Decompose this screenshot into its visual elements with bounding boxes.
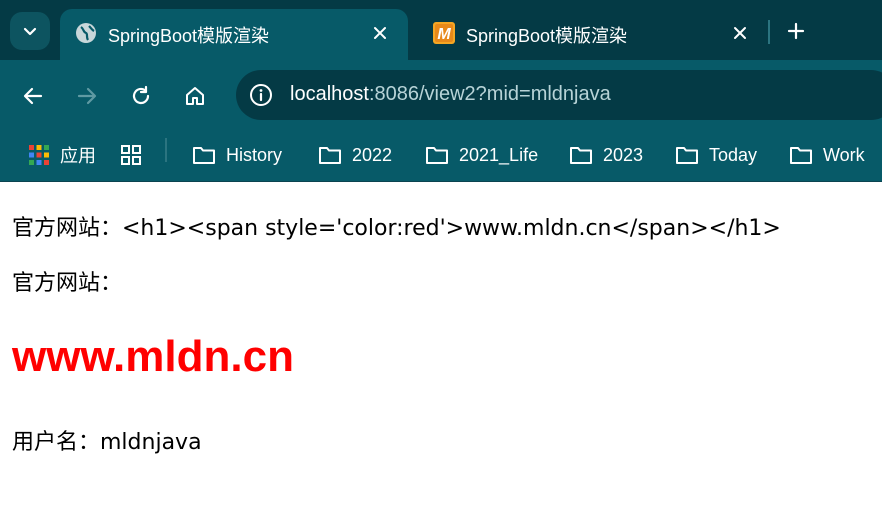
folder-icon — [426, 147, 448, 164]
bookmarks-bar: 应用 History 2022 2021_Life 2023 Today Wor… — [0, 130, 882, 182]
svg-text:M: M — [437, 26, 451, 43]
chevron-down-icon — [23, 27, 37, 36]
tab-separator — [768, 20, 770, 44]
grid-icon — [121, 145, 141, 165]
bookmark-label: 应用 — [60, 146, 96, 166]
bookmark-label: 2023 — [603, 144, 644, 165]
tab-close-button[interactable] — [368, 21, 392, 45]
info-icon — [250, 84, 272, 106]
site-info-button[interactable] — [248, 82, 274, 108]
bookmark-label: Work — [823, 144, 865, 165]
bookmarks-separator — [165, 138, 167, 162]
site-heading: www.mldn.cn — [12, 332, 294, 381]
page-content: 官方网站：<h1><span style='color:red'>www.mld… — [0, 182, 882, 516]
url-host: localhost — [290, 83, 369, 105]
bookmark-label: Today — [709, 144, 758, 165]
folder-icon — [790, 147, 812, 164]
bookmark-label: 2022 — [352, 144, 393, 165]
bookmark-apps[interactable]: 应用 — [28, 140, 96, 170]
tab-close-button[interactable] — [728, 21, 752, 45]
tab-inactive[interactable]: M SpringBoot模版渲染 — [418, 9, 768, 60]
home-button[interactable] — [181, 82, 209, 110]
bookmark-folder-2023[interactable]: 2023 — [569, 140, 643, 170]
arrow-left-icon — [23, 87, 43, 105]
bookmark-label: 2021_Life — [459, 144, 539, 165]
bookmark-folder-2022[interactable]: 2022 — [318, 140, 392, 170]
bookmark-folder-work[interactable]: Work — [789, 140, 865, 170]
new-tab-button[interactable] — [782, 17, 810, 45]
tab-groups-button[interactable] — [120, 140, 142, 170]
folder-icon — [193, 147, 215, 164]
url-path: :8086/view2?mid=mldnjava — [368, 83, 611, 105]
close-icon — [374, 27, 386, 39]
forward-button[interactable] — [73, 82, 101, 110]
home-icon — [186, 87, 204, 105]
m-logo-icon: M — [433, 22, 455, 44]
folder-icon — [676, 147, 698, 164]
tab-title: SpringBoot模版渲染 — [466, 26, 628, 46]
official-site-raw-line: 官方网站：<h1><span style='color:red'>www.mld… — [12, 216, 781, 241]
apps-grid-icon — [29, 145, 49, 165]
reload-button[interactable] — [127, 82, 155, 110]
folder-icon — [319, 147, 341, 164]
arrow-right-icon — [77, 87, 97, 105]
url-text: localhost:8086/view2?mid=mldnjava — [290, 83, 611, 106]
username-line: 用户名：mldnjava — [12, 430, 202, 455]
tab-title: SpringBoot模版渲染 — [108, 26, 270, 46]
tab-search-button[interactable] — [10, 12, 50, 50]
browser-toolbar: localhost:8086/view2?mid=mldnjava — [0, 60, 882, 130]
bookmark-folder-history[interactable]: History — [192, 140, 282, 170]
back-button[interactable] — [19, 82, 47, 110]
reload-icon — [132, 85, 150, 105]
bookmark-label: History — [226, 144, 283, 165]
close-icon — [734, 27, 746, 39]
bookmark-folder-2021-life[interactable]: 2021_Life — [425, 140, 538, 170]
folder-icon — [570, 147, 592, 164]
bookmark-folder-today[interactable]: Today — [675, 140, 757, 170]
tab-strip: SpringBoot模版渲染 M SpringBoot模版渲染 — [0, 0, 882, 60]
tab-active[interactable]: SpringBoot模版渲染 — [60, 9, 408, 60]
plus-icon — [787, 22, 805, 40]
address-bar[interactable]: localhost:8086/view2?mid=mldnjava — [236, 70, 882, 120]
official-site-label: 官方网站： — [12, 271, 123, 296]
globe-icon — [76, 23, 96, 43]
